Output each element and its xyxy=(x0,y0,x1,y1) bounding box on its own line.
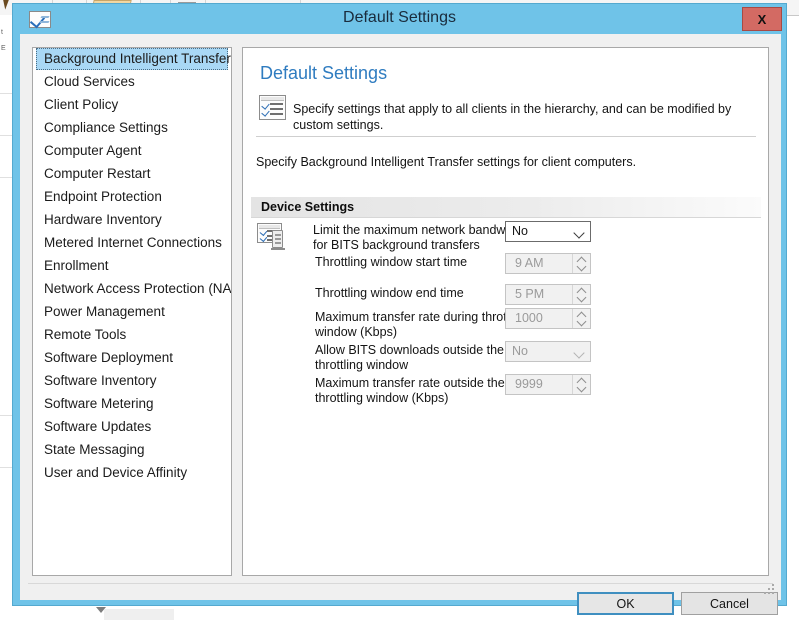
sidebar-item-user-and-device-affinity[interactable]: User and Device Affinity xyxy=(33,461,231,484)
sidebar-item-label: Software Metering xyxy=(44,396,154,411)
cursor-pointer-icon xyxy=(2,0,13,10)
setting-spinner-5: 9999 xyxy=(505,374,591,395)
sidebar-item-software-inventory[interactable]: Software Inventory xyxy=(33,369,231,392)
spinner-value: 9999 xyxy=(515,377,543,391)
chevron-down-icon[interactable] xyxy=(576,316,587,327)
ok-button[interactable]: OK xyxy=(577,592,674,615)
background-text: t xyxy=(1,29,3,36)
dialog-title: Default Settings xyxy=(343,9,456,26)
sidebar-item-label: Computer Restart xyxy=(44,166,151,181)
sidebar-item-label: Hardware Inventory xyxy=(44,212,162,227)
background-left-pane: t E xyxy=(0,15,12,620)
setting-label-0: Limit the maximum network bandwidth for … xyxy=(313,223,526,252)
dialog-body: Background Intelligent Transfer Cloud Ser… xyxy=(20,34,781,615)
sidebar-item-computer-restart[interactable]: Computer Restart xyxy=(33,162,231,185)
setting-label-1: Throttling window start time xyxy=(315,255,468,269)
spinner-buttons[interactable] xyxy=(572,254,590,273)
spinner-buttons[interactable] xyxy=(572,375,590,394)
sidebar-item-label: State Messaging xyxy=(44,442,145,457)
setting-label-3: Maximum transfer rate during throttling … xyxy=(315,310,530,339)
chevron-down-icon[interactable] xyxy=(576,292,587,303)
setting-spinner-1: 9 AM xyxy=(505,253,591,274)
panel-description: Specify settings that apply to all clien… xyxy=(293,102,732,132)
device-computer-icon xyxy=(257,223,287,251)
sidebar-item-computer-agent[interactable]: Computer Agent xyxy=(33,139,231,162)
sidebar-item-remote-tools[interactable]: Remote Tools xyxy=(33,323,231,346)
device-settings-section-header: Device Settings xyxy=(251,197,761,218)
sidebar-item-label: User and Device Affinity xyxy=(44,465,188,480)
background-text: E xyxy=(1,45,6,52)
sidebar-item-label: Software Updates xyxy=(44,419,152,434)
sidebar-item-label: Enrollment xyxy=(44,258,109,273)
setting-label-2: Throttling window end time xyxy=(315,286,464,300)
sidebar-item-state-messaging[interactable]: State Messaging xyxy=(33,438,231,461)
sidebar-item-software-updates[interactable]: Software Updates xyxy=(33,415,231,438)
setting-dropdown-4: No xyxy=(505,341,591,362)
chevron-down-icon xyxy=(573,227,585,239)
sidebar-item-software-metering[interactable]: Software Metering xyxy=(33,392,231,415)
sidebar-item-label: Power Management xyxy=(44,304,165,319)
panel-subtext: Specify Background Intelligent Transfer … xyxy=(256,155,637,169)
default-settings-dialog: Default Settings X Background Intelligen… xyxy=(12,3,787,615)
sidebar-item-label: Software Deployment xyxy=(44,350,174,365)
sidebar-item-label: Endpoint Protection xyxy=(44,189,162,204)
settings-detail-panel: Default Settings Specify settings that a… xyxy=(242,47,769,576)
footer-divider xyxy=(28,583,773,584)
setting-label-5: Maximum transfer rate outside the thrott… xyxy=(315,376,505,405)
dropdown-value: No xyxy=(512,224,528,238)
spinner-value: 9 AM xyxy=(515,256,544,270)
chevron-down-icon[interactable] xyxy=(576,261,587,272)
sidebar-item-label: Background Intelligent Transfer xyxy=(44,51,231,66)
setting-spinner-3: 1000 xyxy=(505,308,591,329)
chevron-down-icon xyxy=(573,347,585,359)
sidebar-item-label: Metered Internet Connections xyxy=(44,235,222,250)
setting-label-4: Allow BITS downloads outside the throttl… xyxy=(315,343,504,372)
sidebar-item-power-management[interactable]: Power Management xyxy=(33,300,231,323)
sidebar-item-label: Client Policy xyxy=(44,97,119,112)
spinner-buttons[interactable] xyxy=(572,309,590,328)
horizontal-scrollbar[interactable] xyxy=(104,609,174,620)
sidebar-item-client-policy[interactable]: Client Policy xyxy=(33,93,231,116)
dropdown-value: No xyxy=(512,344,528,358)
setting-spinner-2: 5 PM xyxy=(505,284,591,305)
dialog-titlebar[interactable]: Default Settings X xyxy=(13,4,786,34)
page-title: Default Settings xyxy=(260,63,388,83)
background-divider xyxy=(0,93,12,94)
spinner-value: 1000 xyxy=(515,311,543,325)
resize-grip[interactable] xyxy=(764,584,776,596)
sidebar-item-label: Computer Agent xyxy=(44,143,142,158)
sidebar-item-compliance-settings[interactable]: Compliance Settings xyxy=(33,116,231,139)
sidebar-item-hardware-inventory[interactable]: Hardware Inventory xyxy=(33,208,231,231)
settings-category-list[interactable]: Background Intelligent Transfer Cloud Ser… xyxy=(32,47,232,576)
chevron-down-icon[interactable] xyxy=(576,382,587,393)
spinner-value: 5 PM xyxy=(515,287,545,301)
background-divider xyxy=(0,135,12,136)
sidebar-item-software-deployment[interactable]: Software Deployment xyxy=(33,346,231,369)
sidebar-item-metered-internet-connections[interactable]: Metered Internet Connections xyxy=(33,231,231,254)
background-divider xyxy=(0,467,12,468)
sidebar-item-network-access-protection-nap[interactable]: Network Access Protection (NAP) xyxy=(33,277,231,300)
setting-dropdown-0[interactable]: No xyxy=(505,221,591,242)
settings-document-icon xyxy=(259,95,286,120)
sidebar-item-label: Compliance Settings xyxy=(44,120,168,135)
sidebar-item-enrollment[interactable]: Enrollment xyxy=(33,254,231,277)
section-title: Device Settings xyxy=(261,200,355,214)
close-button[interactable]: X xyxy=(742,7,782,31)
spinner-buttons[interactable] xyxy=(572,285,590,304)
sidebar-item-background-intelligent-transfer[interactable]: Background Intelligent Transfer xyxy=(36,48,231,70)
sidebar-item-label: Software Inventory xyxy=(44,373,157,388)
panel-divider xyxy=(256,136,756,137)
background-divider xyxy=(0,177,12,178)
sidebar-item-label: Cloud Services xyxy=(44,74,135,89)
background-divider xyxy=(0,415,12,416)
sidebar-item-label: Network Access Protection (NAP) xyxy=(44,281,232,296)
sidebar-item-cloud-services[interactable]: Cloud Services xyxy=(33,70,231,93)
sidebar-item-endpoint-protection[interactable]: Endpoint Protection xyxy=(33,185,231,208)
sidebar-item-label: Remote Tools xyxy=(44,327,127,342)
